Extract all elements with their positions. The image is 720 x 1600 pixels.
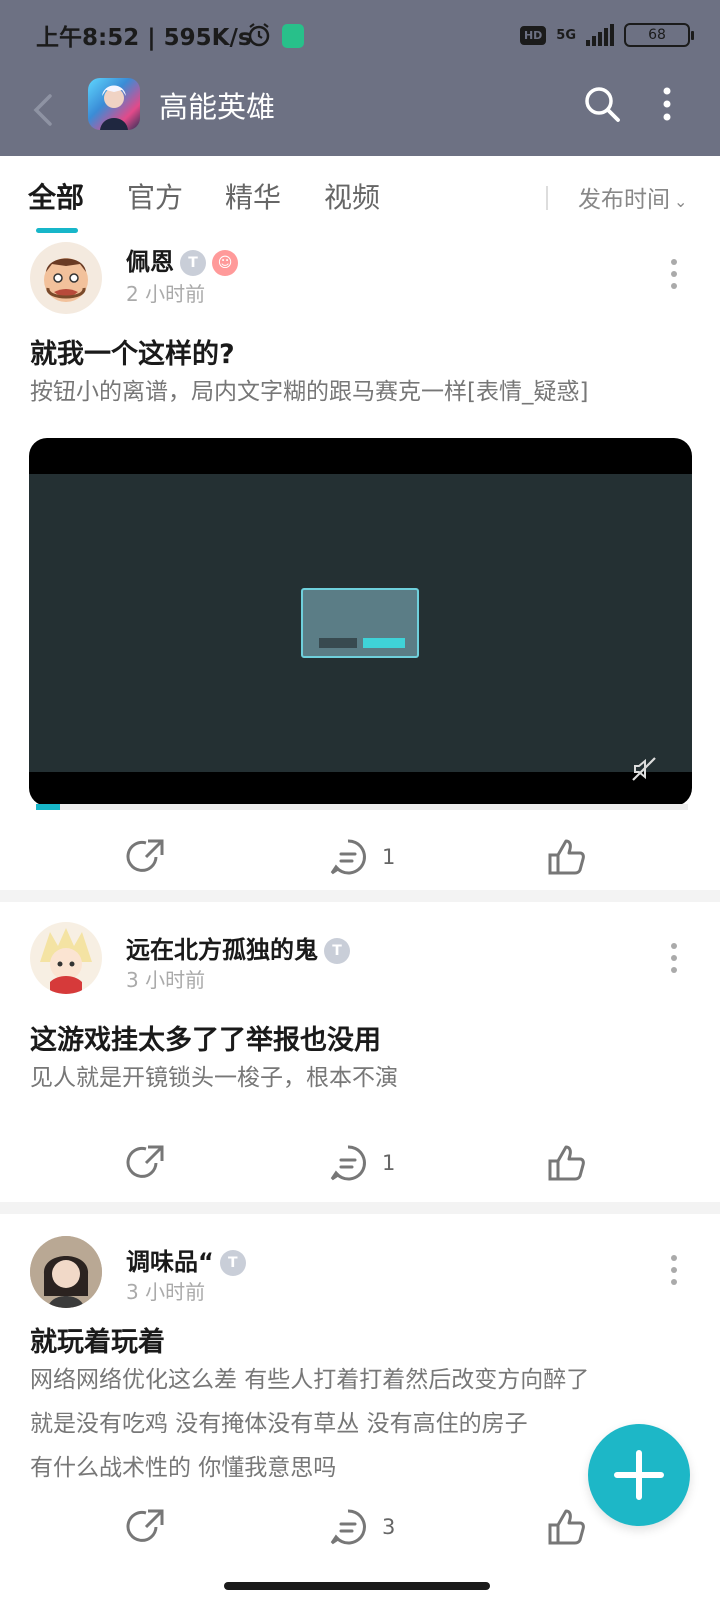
thumbs-up-icon bbox=[548, 839, 585, 875]
post-time: 3 小时前 bbox=[126, 1280, 206, 1304]
avatar[interactable] bbox=[30, 1236, 102, 1308]
tab-divider bbox=[546, 186, 548, 210]
status-right: HD 5G 68 bbox=[519, 20, 694, 50]
post-time: 2 小时前 bbox=[126, 282, 206, 306]
share-button[interactable] bbox=[126, 1502, 166, 1552]
post-more-icon[interactable] bbox=[668, 258, 680, 290]
video-progress-fill bbox=[36, 804, 60, 810]
tab-active-indicator bbox=[36, 228, 78, 233]
person-photo-icon bbox=[30, 1236, 102, 1308]
comment-button[interactable]: 1 bbox=[328, 832, 395, 882]
back-arrow-icon[interactable] bbox=[28, 90, 58, 130]
level-badge-icon: T bbox=[324, 938, 350, 964]
username[interactable]: 佩恩 T ☺ bbox=[126, 242, 238, 277]
share-icon bbox=[126, 1509, 164, 1542]
like-button[interactable] bbox=[546, 832, 586, 882]
video-progress-bar[interactable] bbox=[36, 804, 688, 810]
game-character-icon bbox=[100, 85, 128, 130]
post-separator bbox=[0, 1202, 720, 1214]
like-button[interactable] bbox=[546, 1502, 586, 1552]
status-bar: 上午8:52 | 595K/s HD 5G 68 bbox=[0, 0, 720, 70]
like-button[interactable] bbox=[546, 1138, 586, 1188]
thumbs-up-icon bbox=[548, 1145, 585, 1181]
username-text: 调味品“ bbox=[126, 1248, 214, 1276]
video-frame bbox=[29, 474, 692, 772]
video-player[interactable] bbox=[29, 438, 692, 806]
mute-icon[interactable] bbox=[629, 754, 659, 784]
alarm-icon bbox=[248, 23, 270, 47]
post-title[interactable]: 这游戏挂太多了了举报也没用 bbox=[30, 1018, 381, 1057]
avatar-badge-icon: ☺ bbox=[212, 250, 238, 276]
post-actions: 1 bbox=[0, 832, 720, 882]
username[interactable]: 远在北方孤独的鬼 T bbox=[126, 930, 350, 965]
anime-character-icon bbox=[40, 928, 92, 994]
home-indicator[interactable] bbox=[224, 1582, 490, 1590]
post-body[interactable]: 按钮小的离谱，局内文字糊的跟马赛克一样[表情_疑惑] bbox=[30, 370, 690, 414]
hd-badge: HD bbox=[519, 25, 547, 45]
post-time: 3 小时前 bbox=[126, 968, 206, 992]
game-app-icon[interactable] bbox=[88, 78, 140, 130]
video-dialog-thumbnail bbox=[301, 588, 419, 658]
video-dialog-button-left bbox=[319, 638, 357, 648]
nav-bar: 高能英雄 bbox=[0, 70, 720, 156]
search-icon[interactable] bbox=[582, 84, 622, 124]
comment-icon bbox=[330, 1145, 366, 1181]
username[interactable]: 调味品“ T bbox=[126, 1242, 246, 1277]
comment-icon bbox=[330, 1509, 366, 1545]
comment-icon bbox=[330, 839, 366, 875]
tab-bar: 全部 官方 精华 视频 发布时间 ⌄ bbox=[0, 156, 720, 236]
tab-video[interactable]: 视频 bbox=[324, 176, 380, 216]
plus-icon bbox=[614, 1450, 664, 1500]
share-button[interactable] bbox=[126, 832, 166, 882]
tab-featured[interactable]: 精华 bbox=[225, 176, 281, 216]
comment-count: 1 bbox=[382, 845, 396, 869]
avatar[interactable] bbox=[30, 242, 102, 314]
video-dialog-button-right bbox=[363, 638, 405, 648]
share-icon bbox=[126, 839, 164, 872]
sort-label: 发布时间 bbox=[578, 187, 670, 213]
more-vertical-icon[interactable] bbox=[660, 86, 674, 122]
post-body-line: 网络网络优化这么差 有些人打着打着然后改变方向醉了 bbox=[30, 1367, 590, 1393]
network-label: 5G bbox=[556, 27, 576, 43]
share-button[interactable] bbox=[126, 1138, 166, 1188]
level-badge-icon: T bbox=[180, 250, 206, 276]
tab-official[interactable]: 官方 bbox=[127, 176, 183, 216]
tab-all[interactable]: 全部 bbox=[28, 176, 84, 216]
post-more-icon[interactable] bbox=[668, 1254, 680, 1286]
post-actions: 1 bbox=[0, 1138, 720, 1188]
cartoon-face-icon bbox=[44, 258, 88, 302]
thumbs-up-icon bbox=[548, 1509, 585, 1545]
signal-icon bbox=[586, 24, 614, 46]
post-more-icon[interactable] bbox=[668, 942, 680, 974]
level-badge-icon: T bbox=[219, 1250, 246, 1276]
top-bar: 上午8:52 | 595K/s HD 5G 68 高能英雄 bbox=[0, 0, 720, 156]
sort-dropdown[interactable]: 发布时间 ⌄ bbox=[578, 180, 687, 214]
battery-indicator: 68 bbox=[624, 23, 694, 47]
username-text: 远在北方孤独的鬼 bbox=[126, 936, 318, 964]
post-title[interactable]: 就我一个这样的? bbox=[30, 332, 235, 371]
comment-button[interactable]: 3 bbox=[328, 1502, 395, 1552]
page-title: 高能英雄 bbox=[159, 90, 276, 124]
comment-count: 3 bbox=[382, 1515, 396, 1539]
username-text: 佩恩 bbox=[126, 248, 174, 276]
post-title[interactable]: 就玩着玩着 bbox=[30, 1320, 165, 1359]
status-time: 上午8:52 | 595K/s bbox=[36, 25, 252, 51]
post-body[interactable]: 见人就是开镜锁头一梭子，根本不演 bbox=[30, 1056, 690, 1100]
share-icon bbox=[126, 1145, 164, 1178]
create-post-button[interactable] bbox=[588, 1424, 690, 1526]
comment-button[interactable]: 1 bbox=[328, 1138, 395, 1188]
security-shield-icon bbox=[282, 24, 304, 48]
avatar[interactable] bbox=[30, 922, 102, 994]
chevron-down-icon: ⌄ bbox=[674, 192, 688, 211]
comment-count: 1 bbox=[382, 1151, 396, 1175]
post-separator bbox=[0, 890, 720, 902]
